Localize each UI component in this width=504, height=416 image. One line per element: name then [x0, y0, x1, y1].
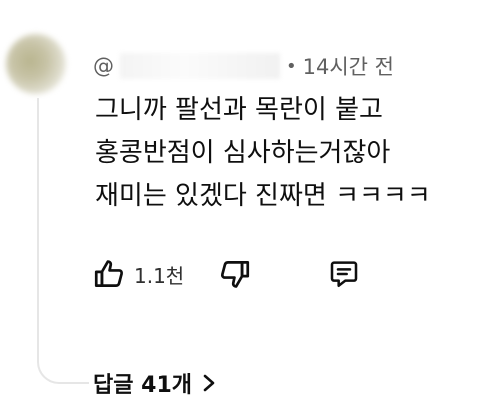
comment-line: 그니까 팔선과 목란이 붙고 — [95, 95, 383, 125]
chevron-right-icon — [202, 373, 216, 393]
comment-body: 그니까 팔선과 목란이 붙고 홍콩반점이 심사하는거잖아 재미는 있겠다 진짜면… — [95, 89, 495, 218]
comment-line: 홍콩반점이 심사하는거잖아 — [95, 138, 391, 168]
thumbs-down-icon — [218, 257, 252, 291]
thumbs-up-icon — [92, 257, 126, 291]
comment-timestamp[interactable]: 14시간 전 — [303, 51, 394, 81]
comment-action-bar: 1.1천 — [92, 252, 392, 296]
like-count: 1.1천 — [134, 263, 185, 288]
comment-line: 재미는 있겠다 진짜면 ㅋㅋㅋㅋ — [95, 181, 431, 211]
like-button[interactable]: 1.1천 — [92, 252, 184, 296]
header-separator: • — [286, 55, 297, 77]
channel-handle-prefix[interactable]: @ — [93, 54, 114, 78]
reply-comment-icon — [328, 258, 360, 290]
reply-thread-line — [37, 98, 89, 384]
replies-count-label: 답글 41개 — [93, 373, 192, 398]
dislike-button[interactable] — [218, 252, 252, 296]
comment-header: @ • 14시간 전 — [93, 51, 394, 81]
view-replies-button[interactable]: 답글 41개 — [93, 364, 216, 402]
avatar[interactable] — [6, 34, 66, 94]
reply-button[interactable] — [328, 252, 360, 296]
channel-handle-redacted[interactable] — [120, 53, 280, 79]
